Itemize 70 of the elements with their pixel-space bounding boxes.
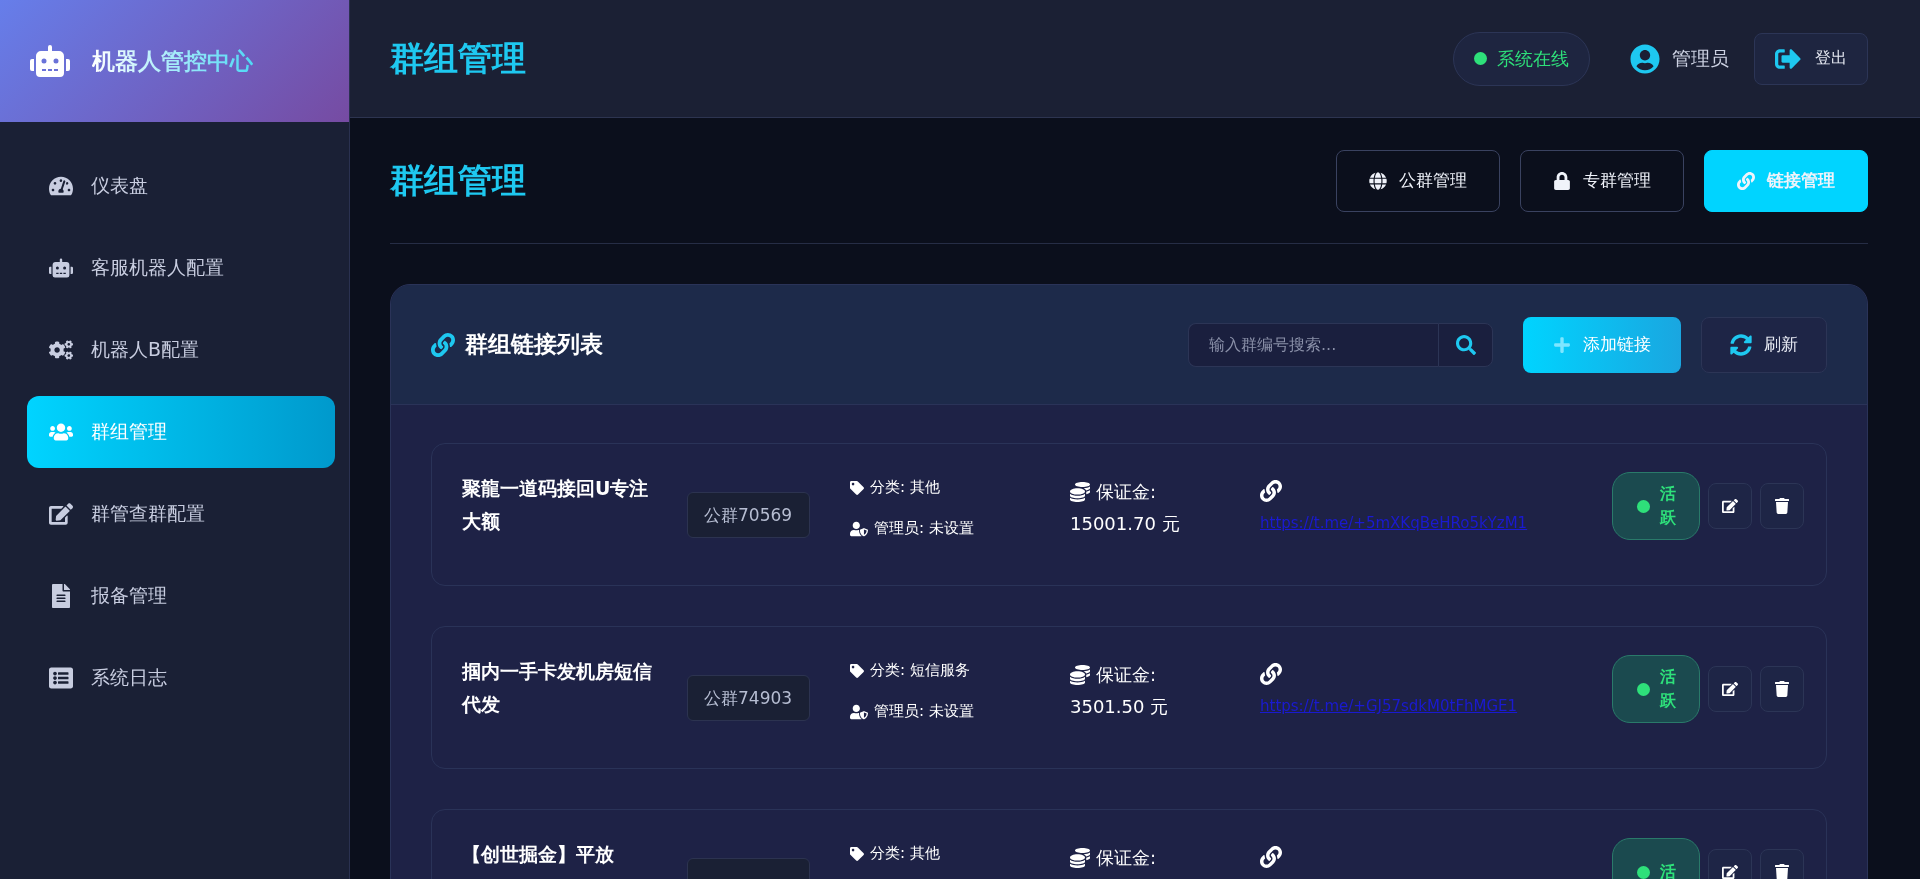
status-badge: 活 (1612, 838, 1700, 879)
trash-icon (1774, 498, 1790, 514)
search-button[interactable] (1438, 322, 1493, 367)
page-title: 群组管理 (390, 36, 526, 80)
edit-button[interactable] (1708, 483, 1752, 529)
sidebar-item[interactable]: 客服机器人配置 (27, 232, 335, 304)
panel-title: 群组链接列表 (465, 330, 603, 359)
tag-icon (850, 480, 864, 495)
search-field[interactable]: 输入群编号搜索... (1188, 322, 1438, 367)
sidebar-item[interactable]: 报备管理 (27, 560, 335, 632)
gears-icon (49, 338, 73, 362)
deposit-label: 保证金: (1096, 846, 1157, 870)
link-icon (1260, 663, 1282, 685)
delete-button[interactable] (1760, 483, 1804, 529)
group-name: 【创世掘金】平放 (462, 842, 615, 867)
group-name: 掴内一手卡发机房短信代发 (462, 659, 653, 718)
refresh-button[interactable]: 刷新 (1701, 316, 1827, 373)
robot-icon (49, 256, 73, 280)
tab[interactable]: 公群管理 (1336, 149, 1500, 212)
list-icon (49, 666, 73, 690)
user-shield-icon (850, 519, 868, 538)
trash-icon (1774, 864, 1790, 879)
deposit-label: 保证金: (1096, 663, 1157, 687)
edit-icon (49, 502, 73, 526)
search-icon (1455, 334, 1476, 355)
category-text: 分类: 短信服务 (870, 661, 970, 680)
status-badge: 活跃 (1612, 472, 1700, 540)
link-icon (431, 332, 455, 357)
admin-text: 管理员: 未设置 (874, 519, 974, 538)
section-title: 群组管理 (390, 158, 526, 202)
edit-icon (1722, 864, 1738, 879)
globe-icon (1369, 171, 1387, 190)
tag-icon (850, 846, 864, 861)
plus-icon (1553, 335, 1571, 354)
user-shield-icon (850, 702, 868, 721)
sidebar-item[interactable]: 群管查群配置 (27, 478, 335, 550)
logout-button[interactable]: 登出 (1754, 32, 1868, 85)
coins-icon (1070, 848, 1090, 868)
group-id: 公群70569 (687, 492, 810, 538)
edit-icon (1722, 681, 1738, 697)
category-text: 分类: 其他 (870, 478, 940, 497)
delete-button[interactable] (1760, 666, 1804, 712)
edit-button[interactable] (1708, 666, 1752, 712)
user-icon (1630, 43, 1660, 74)
document-icon (49, 584, 73, 608)
deposit-label: 保证金: (1096, 480, 1157, 504)
lock-icon (1553, 171, 1571, 190)
link-icon (1737, 171, 1755, 190)
tag-icon (850, 663, 864, 678)
coins-icon (1070, 665, 1090, 685)
user-name: 管理员 (1672, 45, 1729, 71)
sidebar-item[interactable]: 系统日志 (27, 642, 335, 714)
deposit-amount: 15001.70 元 (1070, 512, 1181, 536)
group-name: 聚龍一道码接回U专注大额 (462, 476, 650, 535)
refresh-icon (1730, 333, 1752, 356)
sidebar-item[interactable]: 机器人B配置 (27, 314, 335, 386)
online-dot-icon (1474, 52, 1487, 65)
deposit-amount: 3501.50 元 (1070, 695, 1170, 719)
sidebar-item[interactable]: 仪表盘 (27, 150, 335, 222)
link-icon (1260, 480, 1282, 502)
group-id: 公群74903 (687, 675, 810, 721)
status-pill: 系统在线 (1453, 31, 1590, 86)
gauge-icon (49, 174, 73, 198)
trash-icon (1774, 681, 1790, 697)
tab[interactable]: 专群管理 (1520, 149, 1684, 212)
category-text: 分类: 其他 (870, 844, 940, 863)
coins-icon (1070, 482, 1090, 502)
edit-icon (1722, 498, 1738, 514)
status-badge: 活跃 (1612, 655, 1700, 723)
admin-text: 管理员: 未设置 (874, 702, 974, 721)
